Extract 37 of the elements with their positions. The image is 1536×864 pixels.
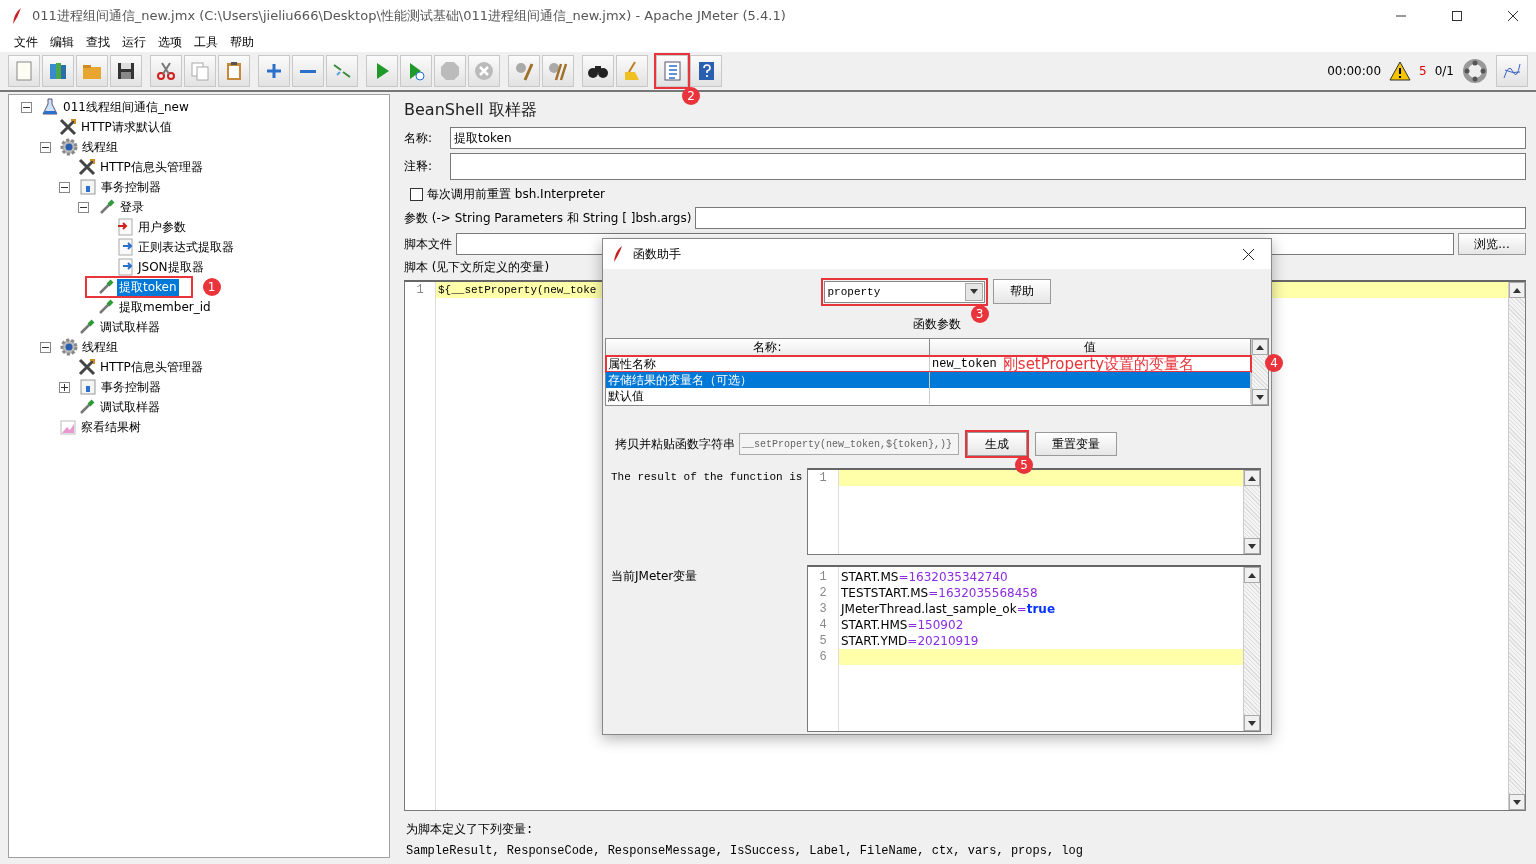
line-number: 4	[818, 617, 828, 633]
checkbox-label: 每次调用前重置 bsh.Interpreter	[427, 186, 605, 203]
code-line: START.MS=1632035342740	[841, 570, 1008, 584]
field-label: 注释:	[404, 158, 434, 175]
line-number: 1	[818, 470, 828, 486]
field-label: 名称:	[404, 129, 434, 147]
step-number: 2	[682, 87, 700, 105]
line-number: 1	[818, 569, 828, 585]
section-label: 为脚本定义了下列变量:	[406, 822, 535, 838]
field-label: 脚本 (见下文所定义的变量)	[404, 259, 550, 276]
field-label: 当前JMeter变量	[611, 568, 699, 585]
elapsed-time: 00:00:00	[1327, 64, 1382, 78]
table-cell: 存储结果的变量名（可选）	[606, 372, 930, 388]
line-number: 6	[818, 649, 828, 665]
field-label: 脚本文件	[404, 235, 452, 253]
warning-count: 5	[1419, 64, 1427, 78]
line-number: 3	[818, 601, 828, 617]
code-line: START.YMD=20210919	[841, 634, 979, 648]
field-label: 拷贝并粘贴函数字符串	[615, 435, 735, 453]
step-number: 1	[202, 278, 221, 296]
dialog-title: 函数助手	[633, 245, 682, 263]
code-line: START.HMS=150902	[841, 618, 964, 632]
table-cell: 默认值	[606, 388, 930, 404]
variable-list: SampleResult, ResponseCode, ResponseMessage, IsSuccess, Label, FileName, ctx, vars, props, log	[406, 844, 1526, 858]
code-line: ${__setProperty(new_toke	[438, 284, 597, 296]
step-number: 5	[1015, 456, 1033, 474]
line-number: 5	[818, 633, 828, 649]
step-number: 3	[970, 304, 989, 323]
panel-title: BeanShell 取样器	[404, 100, 538, 121]
code-line: TESTSTART.MS=1632035568458	[841, 586, 1038, 600]
field-label: The result of the function is	[611, 470, 801, 485]
code-line: JMeterThread.last_sample_ok=true	[841, 602, 1056, 616]
line-number: 1	[415, 282, 425, 298]
window-title: 011进程组间通信_new.jmx (C:\Users\jieliu666\Desktop\性能测试基础\011进程组间通信_new.jmx) - Apache JMeter (5.4.1)	[32, 7, 787, 25]
line-number: 2	[818, 585, 828, 601]
field-label: 参数 (-> String Parameters 和 String [ ]bsh.args)	[404, 209, 692, 227]
thread-count: 0/1	[1434, 64, 1454, 78]
